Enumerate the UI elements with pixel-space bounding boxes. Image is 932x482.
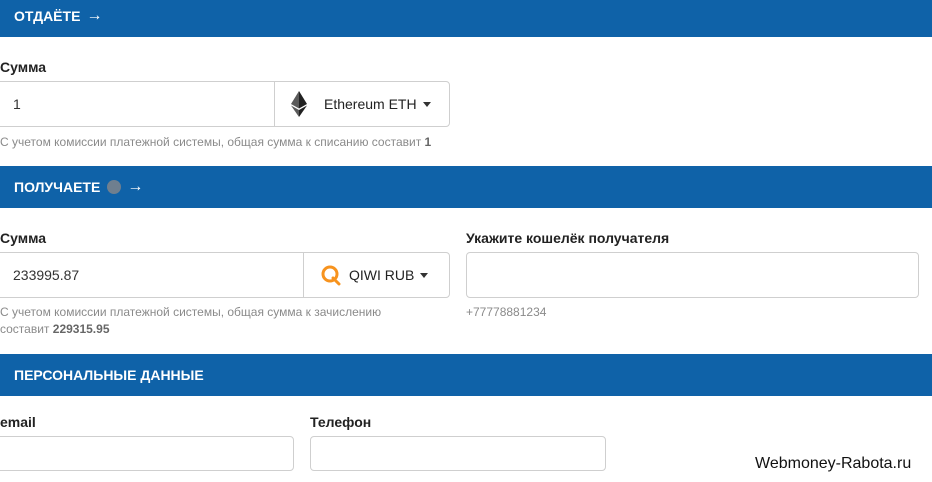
give-header-title: ОТДАЁТЕ: [14, 8, 81, 24]
chevron-down-icon: [422, 101, 431, 107]
chevron-down-icon: [420, 272, 429, 278]
watermark: Webmoney-Rabota.ru: [755, 455, 912, 472]
give-amount-input[interactable]: 1: [13, 96, 21, 112]
phone-input[interactable]: [310, 436, 606, 471]
receive-section-header: ПОЛУЧАЕТЕ →: [0, 166, 932, 208]
receive-amount-group: 233995.87 QIWI RUB: [0, 252, 450, 298]
receive-header-title: ПОЛУЧАЕТЕ: [14, 179, 101, 195]
receive-total-value: 229315.95: [52, 322, 110, 336]
receive-currency-select[interactable]: QIWI RUB: [304, 253, 449, 297]
personal-header-title: ПЕРСОНАЛЬНЫЕ ДАННЫЕ: [14, 367, 204, 383]
phone-label: Телефон: [310, 414, 372, 430]
give-total-value: 1: [424, 135, 432, 149]
receive-amount-label: Сумма: [0, 230, 47, 246]
give-amount-group: 1 Ethereum ETH: [0, 81, 450, 127]
give-commission-note: С учетом комиссии платежной системы, общ…: [0, 135, 432, 149]
give-section-header: ОТДАЁТЕ →: [0, 0, 932, 37]
personal-section-header: ПЕРСОНАЛЬНЫЕ ДАННЫЕ: [0, 354, 932, 396]
wallet-input[interactable]: [466, 252, 919, 298]
qiwi-icon: [321, 265, 341, 286]
email-label: email: [0, 414, 36, 430]
arrow-right-icon: →: [86, 7, 103, 24]
wallet-label: Укажите кошелёк получателя: [466, 230, 670, 246]
email-input[interactable]: [0, 436, 294, 471]
receive-currency-label: QIWI RUB: [349, 267, 415, 283]
receive-commission-note: С учетом комиссии платежной системы, общ…: [0, 305, 382, 336]
arrow-right-icon: →: [127, 178, 144, 195]
help-icon[interactable]: [107, 180, 122, 194]
give-currency-select[interactable]: Ethereum ETH: [275, 82, 449, 126]
receive-amount-input[interactable]: 233995.87: [13, 267, 79, 283]
ethereum-icon: [291, 91, 307, 117]
wallet-hint: +77778881234: [466, 305, 547, 319]
give-amount-label: Сумма: [0, 59, 47, 75]
give-currency-label: Ethereum ETH: [324, 96, 417, 112]
